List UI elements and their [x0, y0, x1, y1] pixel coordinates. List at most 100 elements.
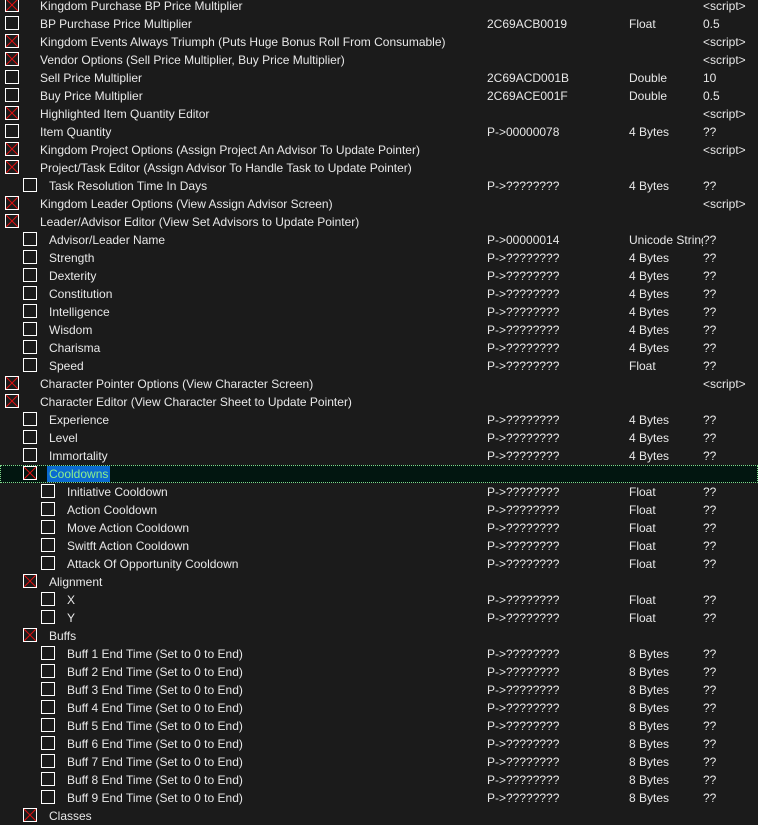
entry-value[interactable]: ??	[703, 303, 716, 321]
table-row[interactable]: Move Action Cooldown P->???????? Float ?…	[0, 519, 758, 537]
entry-value[interactable]: ??	[703, 753, 716, 771]
active-checkbox[interactable]	[23, 430, 37, 444]
entry-value[interactable]: ??	[703, 483, 716, 501]
active-checkbox[interactable]	[23, 340, 37, 354]
table-row[interactable]: Buff 5 End Time (Set to 0 to End) P->???…	[0, 717, 758, 735]
entry-value[interactable]: <script>	[703, 105, 746, 123]
entry-value[interactable]: <script>	[703, 51, 746, 69]
entry-value[interactable]: ??	[703, 645, 716, 663]
table-row[interactable]: Kingdom Leader Options (View Assign Advi…	[0, 195, 758, 213]
active-checkbox[interactable]	[5, 376, 19, 390]
table-row[interactable]: Y P->???????? Float ??	[0, 609, 758, 627]
table-row[interactable]: Buff 3 End Time (Set to 0 to End) P->???…	[0, 681, 758, 699]
table-row[interactable]: Leader/Advisor Editor (View Set Advisors…	[0, 213, 758, 231]
entry-value[interactable]: ??	[703, 555, 716, 573]
table-row[interactable]: Task Resolution Time In Days P->????????…	[0, 177, 758, 195]
active-checkbox[interactable]	[23, 304, 37, 318]
table-row[interactable]: Sell Price Multiplier 2C69ACD001B Double…	[0, 69, 758, 87]
entry-value[interactable]: ??	[703, 123, 716, 141]
entry-value[interactable]: ??	[703, 609, 716, 627]
active-checkbox[interactable]	[41, 556, 55, 570]
active-checkbox[interactable]	[5, 142, 19, 156]
table-row[interactable]: Buy Price Multiplier 2C69ACE001F Double …	[0, 87, 758, 105]
active-checkbox[interactable]	[5, 52, 19, 66]
active-checkbox[interactable]	[5, 70, 19, 84]
table-row[interactable]: BP Purchase Price Multiplier 2C69ACB0019…	[0, 15, 758, 33]
entry-value[interactable]: ??	[703, 699, 716, 717]
entry-value[interactable]: ??	[703, 681, 716, 699]
active-checkbox[interactable]	[41, 520, 55, 534]
entry-value[interactable]: 10	[703, 69, 716, 87]
active-checkbox[interactable]	[41, 484, 55, 498]
table-row[interactable]: Constitution P->???????? 4 Bytes ??	[0, 285, 758, 303]
table-row[interactable]: Intelligence P->???????? 4 Bytes ??	[0, 303, 758, 321]
table-row-selected[interactable]: Cooldowns	[0, 465, 758, 483]
table-row[interactable]: Wisdom P->???????? 4 Bytes ??	[0, 321, 758, 339]
entry-value[interactable]: ??	[703, 789, 716, 807]
table-row[interactable]: Level P->???????? 4 Bytes ??	[0, 429, 758, 447]
table-row[interactable]: Character Pointer Options (View Characte…	[0, 375, 758, 393]
active-checkbox[interactable]	[5, 88, 19, 102]
table-row[interactable]: Action Cooldown P->???????? Float ??	[0, 501, 758, 519]
active-checkbox[interactable]	[41, 502, 55, 516]
active-checkbox[interactable]	[41, 592, 55, 606]
active-checkbox[interactable]	[5, 214, 19, 228]
active-checkbox[interactable]	[23, 232, 37, 246]
entry-value[interactable]: <script>	[703, 375, 746, 393]
entry-value[interactable]: 0.5	[703, 87, 720, 105]
table-row[interactable]: Highlighted Item Quantity Editor <script…	[0, 105, 758, 123]
table-row[interactable]: Initiative Cooldown P->???????? Float ??	[0, 483, 758, 501]
active-checkbox[interactable]	[23, 322, 37, 336]
entry-value[interactable]: ??	[703, 321, 716, 339]
table-row[interactable]: Buff 7 End Time (Set to 0 to End) P->???…	[0, 753, 758, 771]
table-row[interactable]: Immortality P->???????? 4 Bytes ??	[0, 447, 758, 465]
entry-value[interactable]: ??	[703, 411, 716, 429]
active-checkbox[interactable]	[5, 394, 19, 408]
active-checkbox[interactable]	[41, 790, 55, 804]
entry-value[interactable]: ??	[703, 591, 716, 609]
entry-value[interactable]: ??	[703, 447, 716, 465]
entry-value[interactable]: <script>	[703, 195, 746, 213]
table-row[interactable]: Alignment	[0, 573, 758, 591]
entry-value[interactable]: ??	[703, 231, 716, 249]
table-row[interactable]: Dexterity P->???????? 4 Bytes ??	[0, 267, 758, 285]
table-row[interactable]: Attack Of Opportunity Cooldown P->??????…	[0, 555, 758, 573]
entry-value[interactable]: ??	[703, 537, 716, 555]
table-row[interactable]: Buff 9 End Time (Set to 0 to End) P->???…	[0, 789, 758, 807]
table-row[interactable]: Experience P->???????? 4 Bytes ??	[0, 411, 758, 429]
active-checkbox[interactable]	[23, 250, 37, 264]
active-checkbox[interactable]	[41, 610, 55, 624]
table-row[interactable]: Classes	[0, 807, 758, 825]
active-checkbox[interactable]	[41, 664, 55, 678]
entry-value[interactable]: <script>	[703, 141, 746, 159]
entry-value[interactable]: ??	[703, 285, 716, 303]
active-checkbox[interactable]	[41, 700, 55, 714]
table-row[interactable]: Project/Task Editor (Assign Advisor To H…	[0, 159, 758, 177]
table-row[interactable]: Buff 6 End Time (Set to 0 to End) P->???…	[0, 735, 758, 753]
active-checkbox[interactable]	[23, 628, 37, 642]
entry-value[interactable]: ??	[703, 429, 716, 447]
table-row[interactable]: Buff 1 End Time (Set to 0 to End) P->???…	[0, 645, 758, 663]
table-row[interactable]: Kingdom Purchase BP Price Multiplier <sc…	[0, 0, 758, 15]
active-checkbox[interactable]	[41, 754, 55, 768]
table-row[interactable]: Vendor Options (Sell Price Multiplier, B…	[0, 51, 758, 69]
active-checkbox[interactable]	[41, 718, 55, 732]
table-row[interactable]: Character Editor (View Character Sheet t…	[0, 393, 758, 411]
active-checkbox[interactable]	[23, 808, 37, 822]
table-row[interactable]: Item Quantity P->00000078 4 Bytes ??	[0, 123, 758, 141]
active-checkbox[interactable]	[41, 538, 55, 552]
active-checkbox[interactable]	[5, 106, 19, 120]
active-checkbox[interactable]	[5, 0, 19, 12]
table-row[interactable]: X P->???????? Float ??	[0, 591, 758, 609]
active-checkbox[interactable]	[5, 160, 19, 174]
active-checkbox[interactable]	[23, 412, 37, 426]
active-checkbox[interactable]	[41, 772, 55, 786]
active-checkbox[interactable]	[23, 574, 37, 588]
active-checkbox[interactable]	[23, 358, 37, 372]
active-checkbox[interactable]	[5, 16, 19, 30]
entry-value[interactable]: ??	[703, 519, 716, 537]
table-row[interactable]: Strength P->???????? 4 Bytes ??	[0, 249, 758, 267]
entry-value[interactable]: ??	[703, 663, 716, 681]
active-checkbox[interactable]	[5, 196, 19, 210]
active-checkbox[interactable]	[41, 646, 55, 660]
